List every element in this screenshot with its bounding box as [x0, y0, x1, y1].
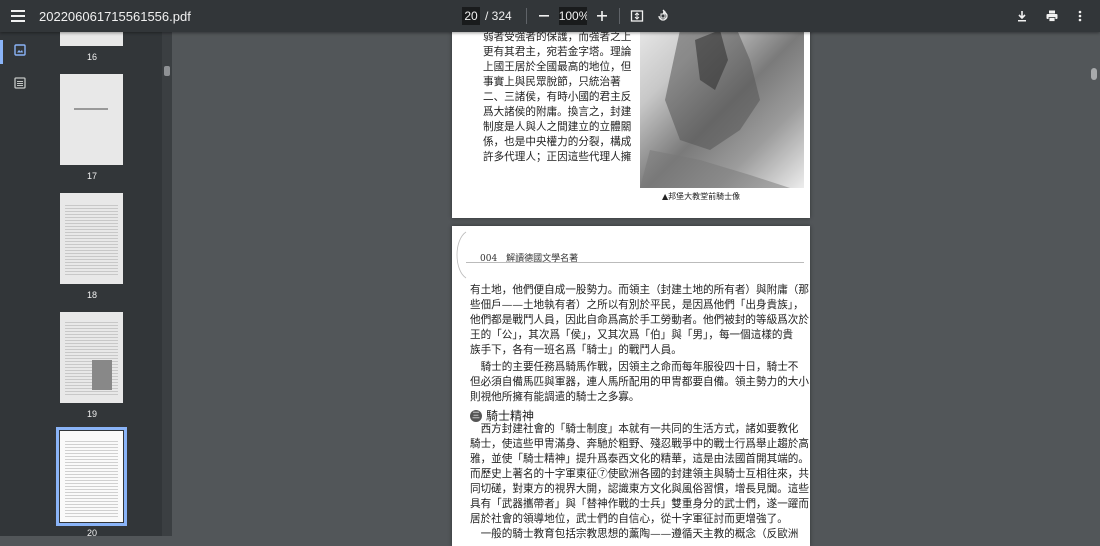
text-line: 事實上與民眾脫節，只統治著	[483, 76, 621, 88]
text-line: 更有其君主，宛若金字塔。理論	[483, 46, 632, 58]
text-line: 上國王居於全國最高的地位，但	[483, 61, 632, 73]
text-line: 二、三諸侯，有時小國的君主反	[483, 91, 632, 103]
plus-icon[interactable]	[592, 6, 612, 26]
sidebar	[0, 32, 40, 536]
more-vert-icon[interactable]	[1070, 6, 1090, 26]
thumbnail-label: 20	[86, 528, 97, 536]
section-number-badge: 三	[470, 409, 482, 422]
zoom-input[interactable]	[558, 7, 587, 25]
paragraph-1: 有土地，他們便自成一股勢力。而領主（封建土地的所有者）與附庸（那 些佃戶——土地執…	[470, 283, 809, 358]
thumbnail-label: 19	[86, 409, 97, 419]
page-zoom-controls: / 324	[462, 6, 673, 26]
thumbnail-page-18[interactable]	[60, 193, 123, 284]
photo-caption: ▲邦堡大教堂前騎士像	[662, 192, 741, 201]
text-line: 係，也是中央權力的分裂，構成	[483, 136, 632, 148]
thumbnails-icon[interactable]	[10, 40, 30, 60]
text-line: 但必須自備馬匹與軍器，連人馬所配用的甲冑都要自備。領主勢力的大小	[470, 376, 809, 388]
header-rule	[466, 262, 804, 263]
thumbnail-label: 16	[86, 52, 97, 62]
text-line: 制度是人與人之間建立的立體關	[483, 121, 632, 133]
download-icon[interactable]	[1012, 6, 1032, 26]
text-line: 王的「公」，其次爲「侯」，又其次爲「伯」與「男」，每一個這樣的貴	[470, 329, 794, 341]
text-line: 他們都是戰鬥人員，因此自命爲高於手工勞動者。他們被封的等級爲次於	[470, 314, 809, 326]
text-line: 一般的騎士教育包括宗教思想的薰陶——遵循天主教的概念（反歐洲	[470, 528, 799, 540]
text-line: 同切磋，對東方的視界大開，認識東方文化與風俗習慣，增長見聞。這些	[470, 483, 809, 495]
paragraph-2: 騎士的主要任務爲騎馬作戰，因領主之命而每年服役四十日，騎士不 但必須自備馬匹與軍器…	[470, 360, 809, 405]
document-title: 202206061715561556.pdf	[39, 9, 191, 24]
minus-icon[interactable]	[534, 6, 554, 26]
text-line: 弱者受強者的保護，而強者之上	[483, 31, 632, 43]
pdf-toolbar: 202206061715561556.pdf / 324	[0, 0, 1100, 32]
page-corner-decoration	[456, 231, 467, 279]
text-line: 些佃戶——土地執有者）之所以有別於平民，是因爲他們「出身貴族」，	[470, 299, 804, 311]
text-line: 有土地，他們便自成一股勢力。而領主（封建土地的所有者）與附庸（那	[470, 284, 809, 296]
text-line: 具有「武器攜帶者」與「替神作戰的士兵」雙重身分的武士們，遂一躍而	[470, 498, 809, 510]
print-icon[interactable]	[1042, 6, 1062, 26]
toolbar-actions	[1012, 6, 1090, 26]
thumbnail-page-19[interactable]	[60, 312, 123, 403]
scrollbar-thumb[interactable]	[1091, 68, 1097, 80]
menu-icon[interactable]	[9, 8, 29, 24]
thumbnail-label: 17	[86, 171, 97, 181]
active-indicator	[0, 40, 3, 64]
scrollbar-thumb[interactable]	[164, 66, 170, 76]
separator	[525, 8, 527, 24]
pdf-page-20: 004 解讀德國文學名著 有土地，他們便自成一股勢力。而領主（封建土地的所有者）…	[452, 226, 810, 546]
thumbnails-scrollbar[interactable]	[162, 32, 172, 536]
thumbnail-page-17[interactable]	[60, 74, 123, 165]
main-scrollbar[interactable]	[1088, 32, 1100, 536]
text-line: 許多代理人；正因這些代理人擁	[483, 151, 632, 163]
thumbnails-panel: 16 17 18 19 20	[40, 32, 162, 536]
text-line: 而歷史上著名的十字軍東征⑦使歐洲各國的封建領主與騎士互相往來，共	[470, 468, 809, 480]
thumbnail-page-16[interactable]	[60, 32, 123, 46]
page-number-input[interactable]	[462, 7, 480, 25]
thumbnail-page-20[interactable]	[56, 427, 127, 526]
text-line: 雅，並使「騎士精神」提升爲泰西文化的精華，這是由法國首開其端的。	[470, 453, 809, 465]
paragraph-3: 西方封建社會的「騎士制度」本就有一共同的生活方式，諸如要教化 騎士，使這些甲冑滿身…	[470, 422, 809, 542]
separator	[618, 8, 620, 24]
text-line: 騎士，使這些甲冑滿身、奔馳於粗野、殘忍戰爭中的戰士行爲舉止趨於高	[470, 438, 809, 450]
text-line: 西方封建社會的「騎士制度」本就有一共同的生活方式，諸如要教化	[470, 423, 799, 435]
text-line: 則視他所擁有能調遣的騎士之多寡。	[470, 391, 640, 403]
text-line: 爲大諸侯的附庸。換言之，封建	[483, 106, 632, 118]
fit-page-icon[interactable]	[627, 6, 647, 26]
text-line: 居於社會的領導地位，武士們的自信心，從十字軍征討而更增強了。	[470, 513, 788, 525]
text-line: 騎士的主要任務爲騎馬作戰，因領主之命而每年服役四十日，騎士不	[470, 361, 799, 373]
rotate-icon[interactable]	[653, 6, 673, 26]
outline-icon[interactable]	[10, 73, 30, 93]
page-total: / 324	[485, 9, 512, 23]
thumbnail-label: 18	[86, 290, 97, 300]
text-line: 族手下，各有一班名爲「騎士」的戰鬥人員。	[470, 344, 682, 356]
pdf-page-19: 中古世紀的文化形式是「立體的」，在中古的封建社會裡，弱者受強者的保護，而強者之上…	[452, 0, 810, 218]
